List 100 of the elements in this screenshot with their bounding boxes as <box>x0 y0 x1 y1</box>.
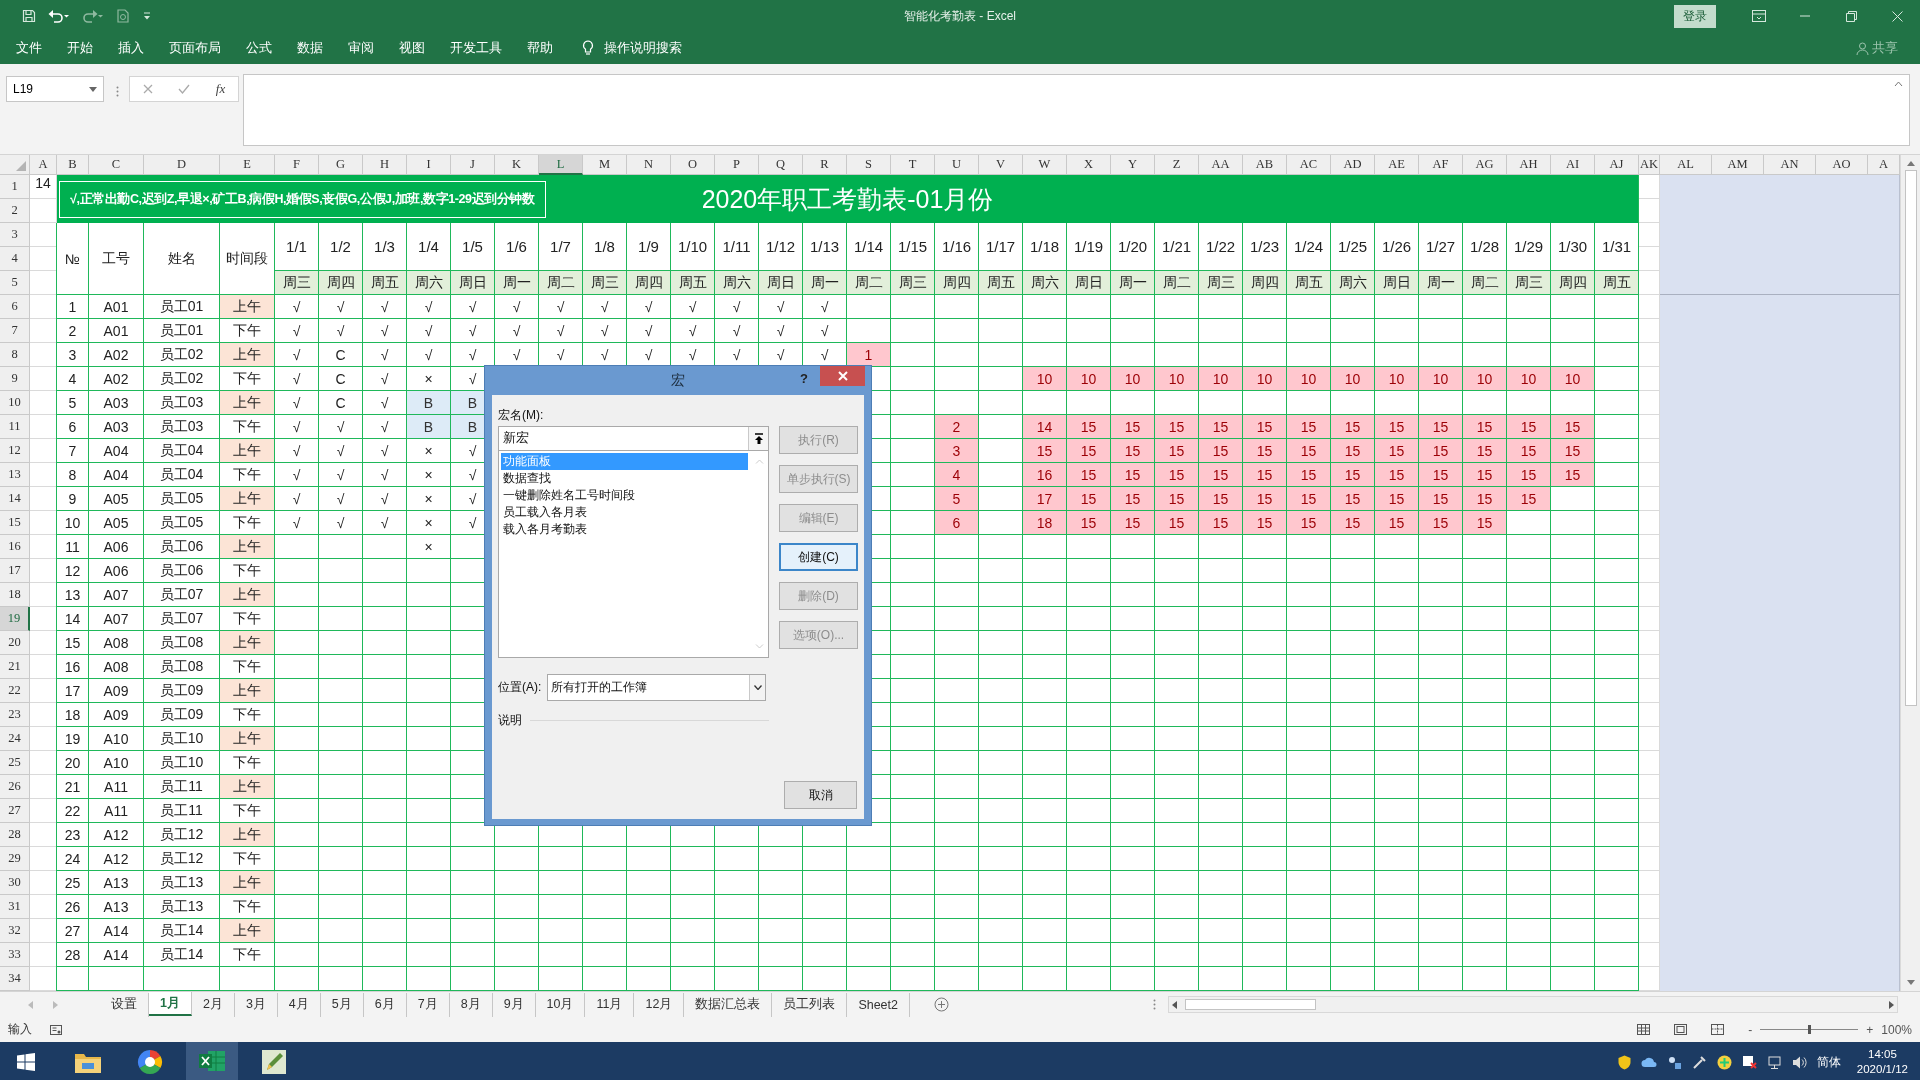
macro-name-field[interactable]: 新宏 <box>498 426 769 451</box>
name-box[interactable]: L19 <box>6 76 104 102</box>
zoom-level[interactable]: 100% <box>1881 1022 1912 1037</box>
column-header[interactable]: AG <box>1463 155 1507 175</box>
row-header[interactable]: 26 <box>0 775 30 799</box>
sheet-tab[interactable]: 6月 <box>363 992 407 1017</box>
splitter-handle-icon[interactable] <box>1153 999 1156 1010</box>
pen-app-icon[interactable] <box>261 1049 287 1075</box>
column-header[interactable]: V <box>979 155 1023 175</box>
row-header[interactable]: 29 <box>0 847 30 871</box>
list-item[interactable]: 数据查找 <box>501 470 748 487</box>
column-header[interactable]: AF <box>1419 155 1463 175</box>
scroll-left-icon[interactable] <box>1172 1000 1177 1009</box>
zoom-slider[interactable] <box>1760 1025 1859 1034</box>
horizontal-scrollbar[interactable] <box>1168 996 1898 1013</box>
sign-in-button[interactable]: 登录 <box>1674 4 1716 28</box>
menu-tab[interactable]: 开发工具 <box>450 35 502 61</box>
insert-function-button[interactable]: fx <box>215 81 226 97</box>
undo-icon[interactable] <box>48 9 70 23</box>
menu-tab[interactable]: 插入 <box>118 35 144 61</box>
row-header[interactable]: 34 <box>0 967 30 991</box>
column-header[interactable]: J <box>451 155 495 175</box>
column-header[interactable]: AA <box>1199 155 1243 175</box>
row-header[interactable]: 21 <box>0 655 30 679</box>
column-header[interactable]: W <box>1023 155 1067 175</box>
row-header[interactable]: 31 <box>0 895 30 919</box>
column-header[interactable]: AO <box>1816 155 1868 175</box>
scroll-right-icon[interactable] <box>1889 1000 1894 1009</box>
sheet-tab[interactable]: 2月 <box>191 992 235 1017</box>
list-item[interactable]: 一键删除姓名工号时间段 <box>501 487 748 504</box>
column-header[interactable]: M <box>583 155 627 175</box>
row-header[interactable]: 20 <box>0 631 30 655</box>
scroll-down-icon[interactable] <box>1906 980 1915 985</box>
zoom-in-button[interactable]: + <box>1866 1022 1874 1037</box>
column-header[interactable]: Z <box>1155 155 1199 175</box>
sheet-tab[interactable]: 11月 <box>585 992 635 1017</box>
close-icon[interactable] <box>1891 10 1903 22</box>
column-header[interactable]: F <box>275 155 319 175</box>
menu-tab[interactable]: 页面布局 <box>169 35 221 61</box>
scrollbar-thumb[interactable] <box>1904 170 1917 706</box>
column-header[interactable]: U <box>935 155 979 175</box>
column-header[interactable]: N <box>627 155 671 175</box>
column-header[interactable]: AJ <box>1595 155 1639 175</box>
add-sheet-icon[interactable] <box>934 997 949 1012</box>
row-header[interactable]: 10 <box>0 391 30 415</box>
column-header[interactable]: T <box>891 155 935 175</box>
row-header[interactable]: 6 <box>0 295 30 319</box>
sheet-tab[interactable]: 5月 <box>320 992 364 1017</box>
column-header[interactable]: AB <box>1243 155 1287 175</box>
row-header[interactable]: 4 <box>0 247 30 271</box>
column-header[interactable]: D <box>144 155 220 175</box>
column-header[interactable]: Y <box>1111 155 1155 175</box>
cancel-button[interactable]: 取消 <box>784 781 857 809</box>
menu-tab[interactable]: 开始 <box>67 35 93 61</box>
column-header[interactable]: S <box>847 155 891 175</box>
row-header[interactable]: 15 <box>0 511 30 535</box>
row-header[interactable]: 18 <box>0 583 30 607</box>
column-header[interactable]: AH <box>1507 155 1551 175</box>
clock-date[interactable]: 2020/1/12 <box>1856 1062 1908 1077</box>
sheet-tab[interactable]: 7月 <box>406 992 450 1017</box>
sheet-tab[interactable]: 8月 <box>449 992 493 1017</box>
column-header[interactable]: AC <box>1287 155 1331 175</box>
scrollbar-thumb[interactable] <box>1185 999 1316 1010</box>
column-header[interactable]: Q <box>759 155 803 175</box>
dialog-button[interactable]: 创建(C) <box>779 543 858 571</box>
ribbon-display-icon[interactable] <box>1752 10 1766 22</box>
column-header[interactable]: AM <box>1712 155 1764 175</box>
column-header[interactable]: L <box>539 155 583 175</box>
row-header[interactable]: 7 <box>0 319 30 343</box>
spreadsheet-app-icon[interactable] <box>198 1049 226 1073</box>
zoom-thumb[interactable] <box>1808 1025 1812 1034</box>
vertical-scrollbar[interactable] <box>1900 155 1920 991</box>
close-button[interactable] <box>820 366 865 386</box>
column-header[interactable]: G <box>319 155 363 175</box>
column-header[interactable]: K <box>495 155 539 175</box>
zoom-out-button[interactable]: - <box>1748 1022 1753 1037</box>
column-header[interactable]: AD <box>1331 155 1375 175</box>
lightbulb-icon[interactable] <box>582 40 594 56</box>
save-icon[interactable] <box>22 9 36 23</box>
row-header[interactable]: 13 <box>0 463 30 487</box>
sheet-tab[interactable]: 员工列表 <box>772 992 848 1017</box>
row-header[interactable]: 8 <box>0 343 30 367</box>
row-header[interactable]: 23 <box>0 703 30 727</box>
row-header[interactable]: 25 <box>0 751 30 775</box>
row-header[interactable]: 16 <box>0 535 30 559</box>
tool-icon[interactable] <box>1691 1054 1707 1070</box>
row-header[interactable]: 11 <box>0 415 30 439</box>
enter-check-icon[interactable] <box>178 84 191 94</box>
column-header[interactable]: AE <box>1375 155 1419 175</box>
column-header[interactable]: R <box>803 155 847 175</box>
dropdown-caret-icon[interactable] <box>753 685 762 690</box>
windows-start-icon[interactable] <box>17 1053 35 1071</box>
row-header[interactable]: 22 <box>0 679 30 703</box>
splitter-handle-icon[interactable] <box>116 86 119 97</box>
colorful-circle-icon[interactable] <box>137 1049 163 1075</box>
normal-view-icon[interactable] <box>1637 1024 1651 1035</box>
sheet-tab[interactable]: 1月 <box>149 992 192 1016</box>
column-header[interactable]: H <box>363 155 407 175</box>
sheet-tab[interactable]: Sheet2 <box>847 992 910 1017</box>
shield-icon[interactable] <box>1617 1054 1631 1070</box>
